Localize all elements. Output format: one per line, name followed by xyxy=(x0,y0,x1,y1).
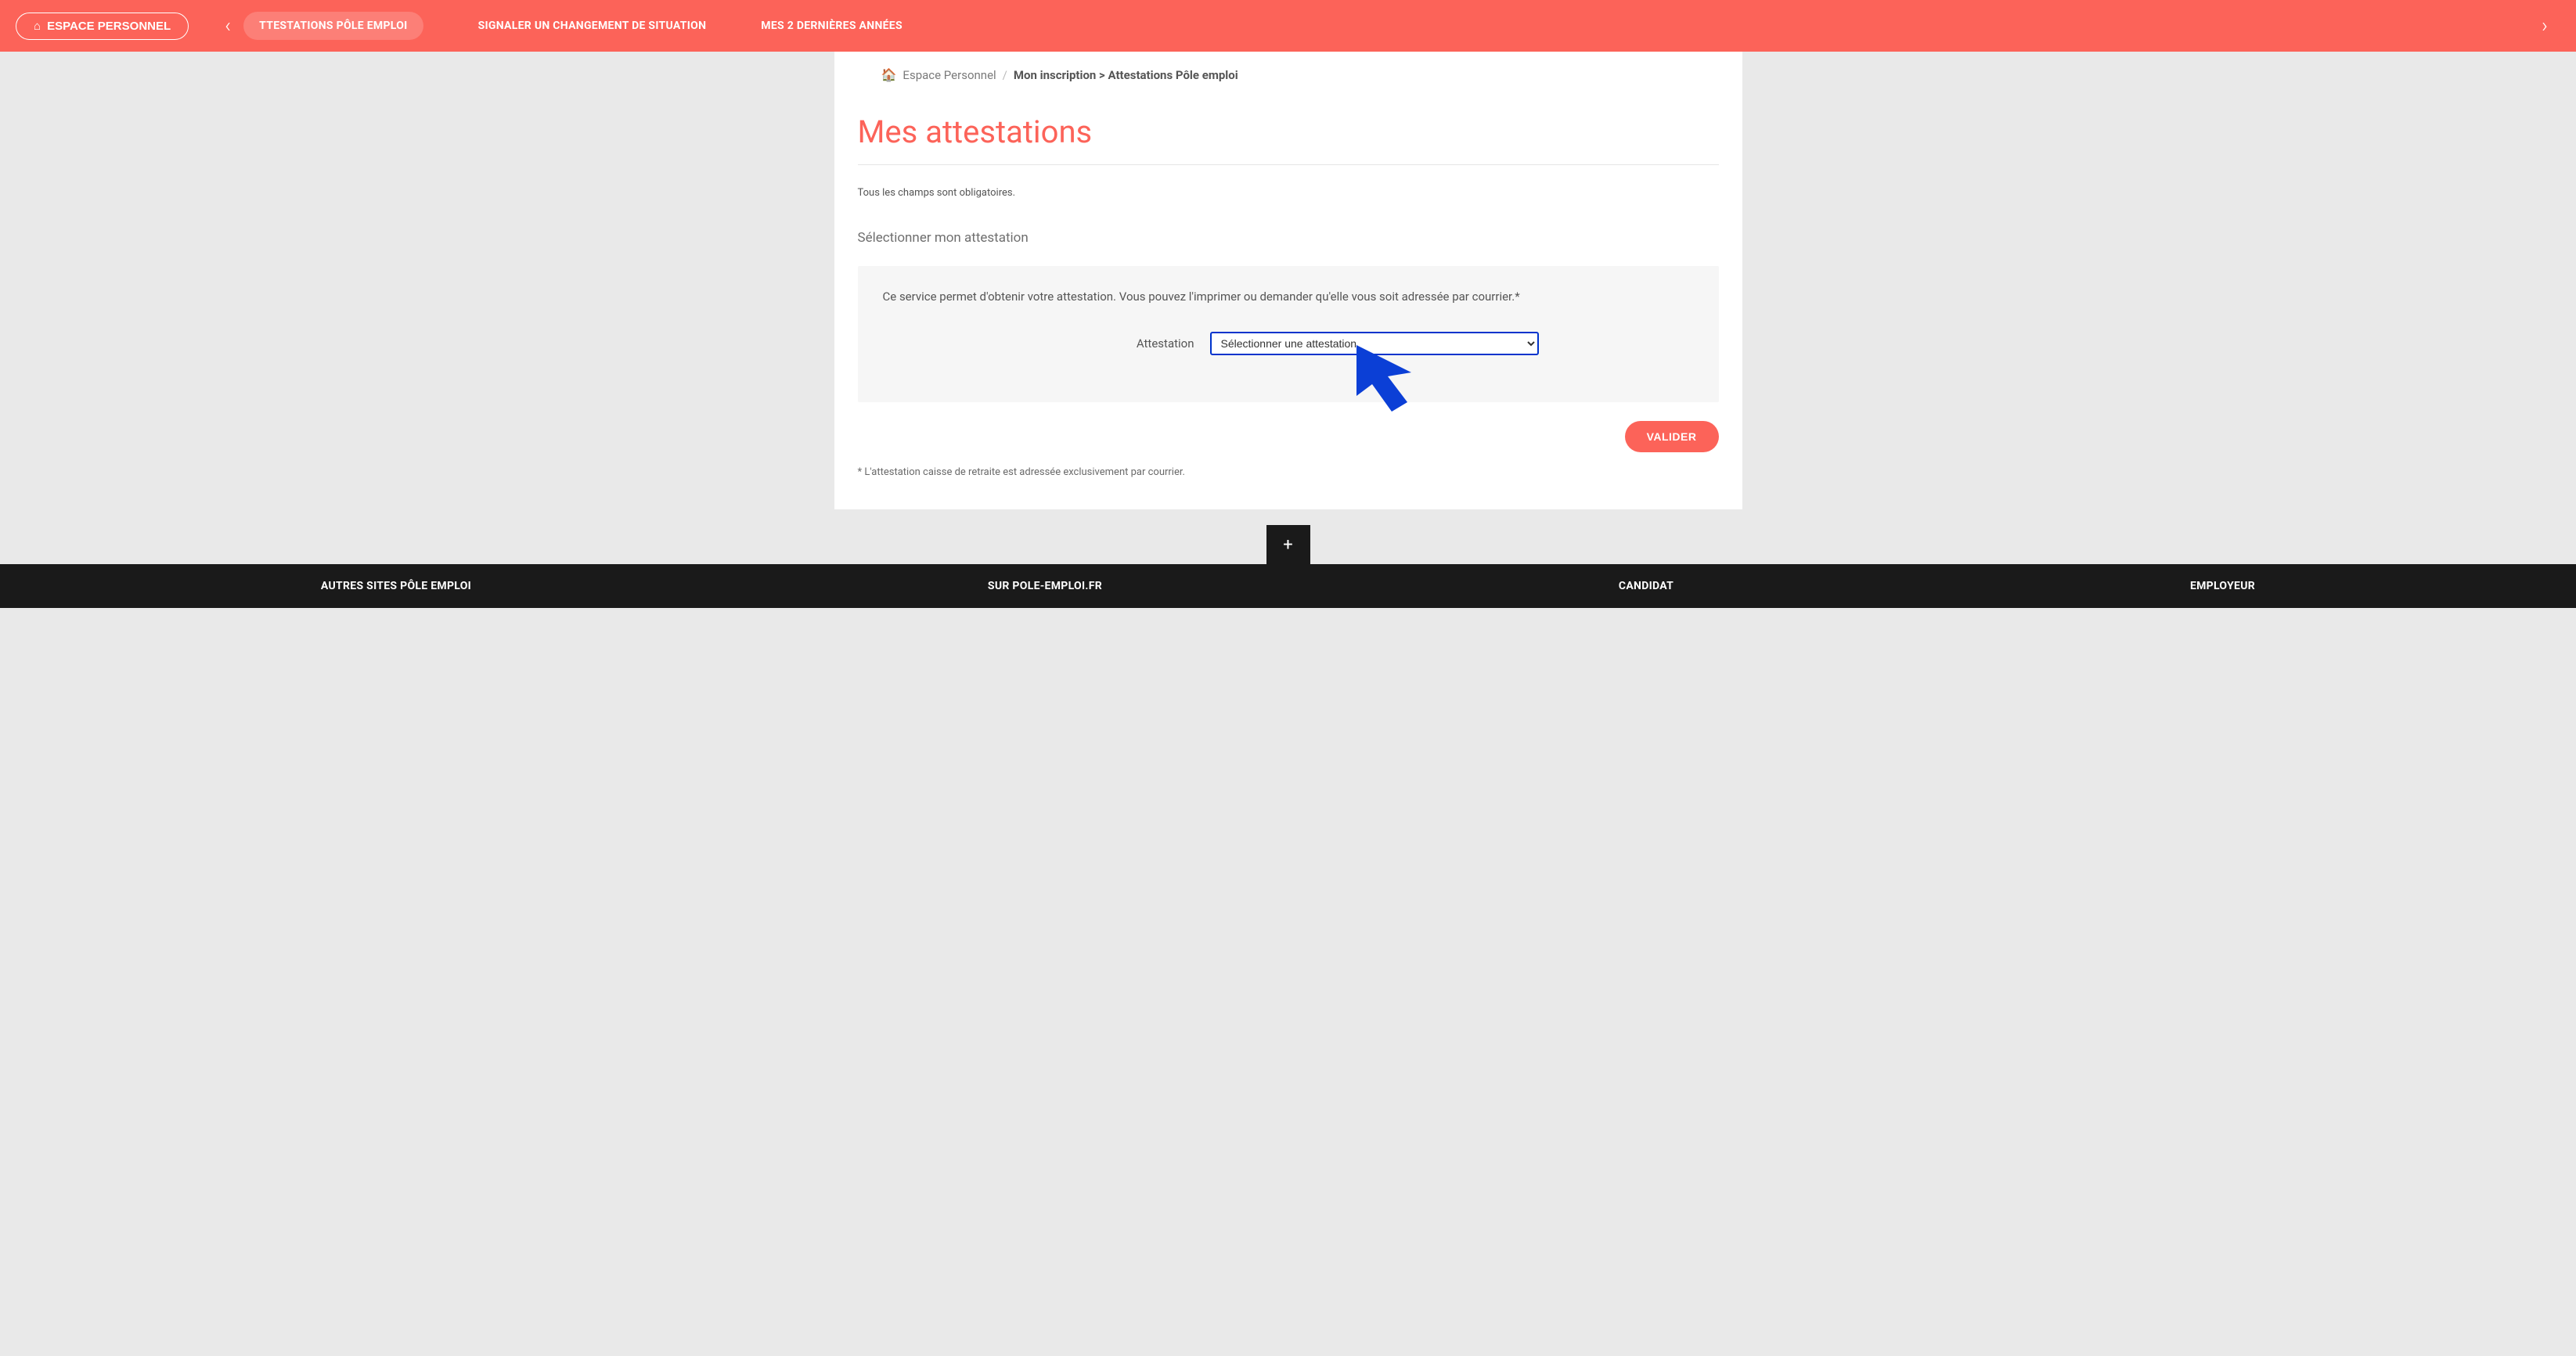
plus-icon: + xyxy=(1283,535,1292,555)
breadcrumb-home-icon[interactable]: 🏠 xyxy=(881,67,897,82)
mandatory-note: Tous les champs sont obligatoires. xyxy=(858,187,1719,199)
page-title: Mes attestations xyxy=(858,113,1719,150)
expand-footer-button[interactable]: + xyxy=(1266,525,1310,564)
top-nav-bar: ⌂ ESPACE PERSONNEL ‹ TTESTATIONS PÔLE EM… xyxy=(0,0,2576,52)
footer: AUTRES SITES PÔLE EMPLOI SUR POLE-EMPLOI… xyxy=(0,564,2576,608)
tab-attestations[interactable]: TTESTATIONS PÔLE EMPLOI xyxy=(243,12,423,40)
tab-signaler-changement[interactable]: SIGNALER UN CHANGEMENT DE SITUATION xyxy=(478,20,707,32)
nav-prev-chevron-icon[interactable]: ‹ xyxy=(212,14,243,38)
attestation-form-box: Ce service permet d'obtenir votre attest… xyxy=(858,266,1719,402)
breadcrumb-separator: / xyxy=(1003,68,1007,82)
footer-col-autres-sites[interactable]: AUTRES SITES PÔLE EMPLOI xyxy=(321,580,471,592)
espace-personnel-label: ESPACE PERSONNEL xyxy=(47,20,171,33)
footer-col-employeur[interactable]: EMPLOYEUR xyxy=(2190,580,2255,592)
footer-col-sur-pole-emploi[interactable]: SUR POLE-EMPLOI.FR xyxy=(988,580,1102,592)
title-divider xyxy=(858,164,1719,165)
home-icon: ⌂ xyxy=(34,20,41,33)
attestation-field-row: Attestation Sélectionner une attestation xyxy=(883,332,1694,355)
footer-col-candidat[interactable]: CANDIDAT xyxy=(1619,580,1673,592)
main-wrapper: 🏠 Espace Personnel / Mon inscription > A… xyxy=(0,52,2576,509)
tab-dernieres-annees[interactable]: MES 2 DERNIÈRES ANNÉES xyxy=(761,20,903,32)
attestation-label: Attestation xyxy=(1038,336,1194,351)
breadcrumb-current: Mon inscription > Attestations Pôle empl… xyxy=(1014,68,1238,82)
section-label: Sélectionner mon attestation xyxy=(858,230,1719,246)
content-card: 🏠 Espace Personnel / Mon inscription > A… xyxy=(834,52,1742,509)
attestation-select[interactable]: Sélectionner une attestation xyxy=(1210,332,1539,355)
breadcrumb: 🏠 Espace Personnel / Mon inscription > A… xyxy=(858,67,1719,82)
nav-tabs: TTESTATIONS PÔLE EMPLOI SIGNALER UN CHAN… xyxy=(251,12,903,40)
espace-personnel-button[interactable]: ⌂ ESPACE PERSONNEL xyxy=(16,13,189,40)
footnote: * L'attestation caisse de retraite est a… xyxy=(858,466,1719,478)
valider-button[interactable]: VALIDER xyxy=(1625,421,1719,452)
nav-tabs-area: ‹ TTESTATIONS PÔLE EMPLOI SIGNALER UN CH… xyxy=(212,12,2560,40)
form-actions: VALIDER xyxy=(858,421,1719,452)
breadcrumb-root[interactable]: Espace Personnel xyxy=(903,68,996,82)
plus-tab-wrapper: + xyxy=(0,525,2576,564)
nav-next-chevron-icon[interactable]: › xyxy=(2529,14,2560,38)
form-description: Ce service permet d'obtenir votre attest… xyxy=(883,290,1694,304)
